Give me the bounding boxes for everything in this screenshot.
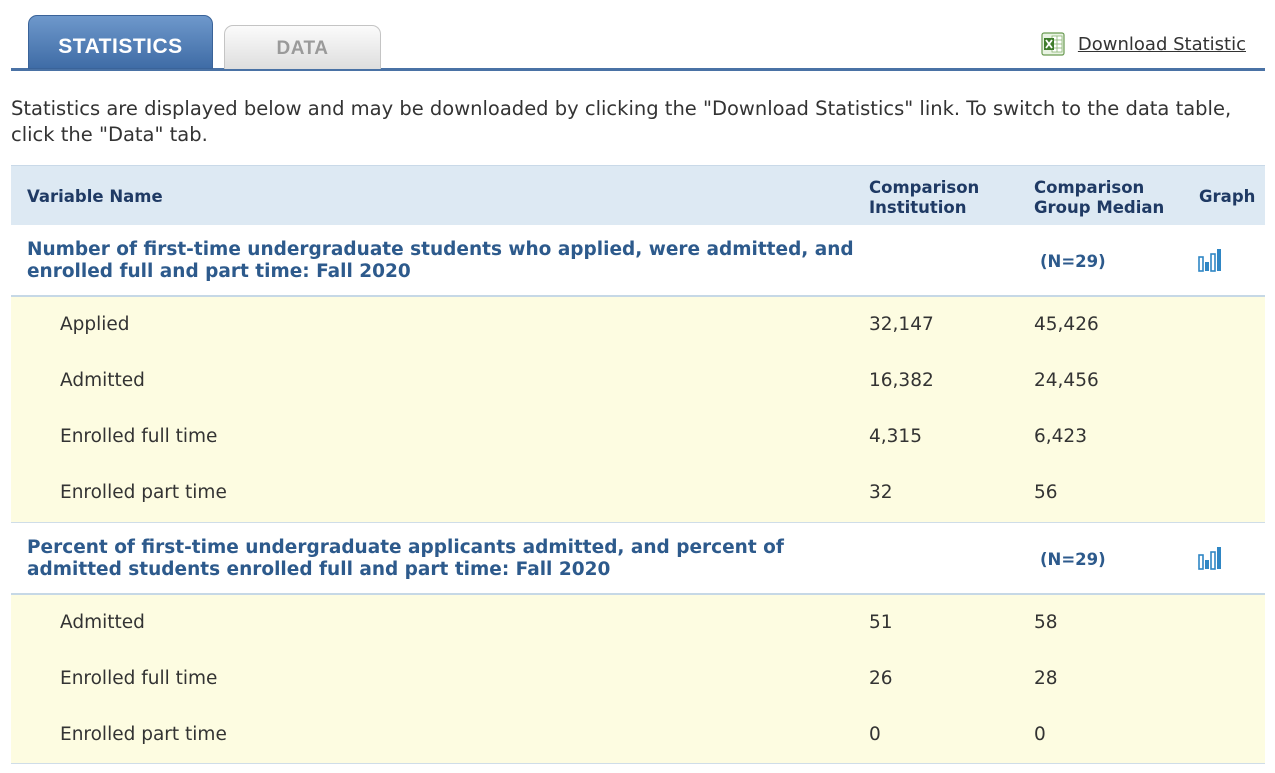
header-variable-name: Variable Name: [27, 187, 163, 206]
row-institution-value: 26: [869, 668, 893, 689]
row-label: Enrolled full time: [60, 668, 218, 689]
table-row: Applied 32,147 45,426: [11, 297, 1265, 353]
row-median-value: 28: [1034, 668, 1058, 689]
header-comparison-institution-line2: Institution: [869, 198, 967, 217]
header-group-median-line2: Group Median: [1034, 198, 1165, 217]
download-statistic-link[interactable]: Download Statistic: [1041, 31, 1246, 57]
header-group-median-line1: Comparison: [1034, 178, 1145, 197]
header-comparison-institution-line1: Comparison: [869, 178, 980, 197]
intro-text: Statistics are displayed below and may b…: [11, 97, 1232, 146]
download-statistic-label: Download Statistic: [1077, 33, 1246, 55]
header-graph: Graph: [1199, 187, 1256, 206]
table-row: Enrolled part time 32 56: [11, 465, 1265, 523]
group-row: Percent of first-time undergraduate appl…: [11, 523, 1265, 595]
row-label: Admitted: [60, 370, 145, 391]
row-median-value: 56: [1034, 482, 1058, 503]
bar-chart-icon[interactable]: [1198, 546, 1224, 570]
row-median-value: 24,456: [1034, 370, 1099, 391]
row-institution-value: 0: [869, 724, 881, 745]
row-median-value: 45,426: [1034, 314, 1099, 335]
row-label: Applied: [60, 314, 130, 335]
table-row: Enrolled full time 26 28: [11, 651, 1265, 707]
row-label: Enrolled full time: [60, 426, 218, 447]
table-row: Admitted 16,382 24,456: [11, 353, 1265, 409]
row-median-value: 6,423: [1034, 426, 1087, 447]
table-row: Admitted 51 58: [11, 595, 1265, 651]
row-median-value: 58: [1034, 612, 1058, 633]
row-institution-value: 32,147: [869, 314, 934, 335]
header-group-median: Comparison Group Median: [1034, 178, 1164, 218]
row-institution-value: 4,315: [869, 426, 922, 447]
tab-statistics[interactable]: STATISTICS: [28, 15, 213, 69]
row-institution-value: 32: [869, 482, 893, 503]
group-title: Number of first-time undergraduate stude…: [27, 239, 854, 282]
bar-chart-icon[interactable]: [1198, 248, 1224, 272]
row-label: Enrolled part time: [60, 482, 227, 503]
group-n-count: (N=29): [1040, 550, 1106, 569]
table-row: Enrolled part time 0 0: [11, 707, 1265, 764]
group-title: Percent of first-time undergraduate appl…: [27, 537, 784, 580]
group-row: Number of first-time undergraduate stude…: [11, 225, 1265, 297]
row-label: Enrolled part time: [60, 724, 227, 745]
row-institution-value: 16,382: [869, 370, 934, 391]
group-n-count: (N=29): [1040, 252, 1106, 271]
table-header-row: Variable Name Comparison Institution Com…: [11, 165, 1265, 225]
row-institution-value: 51: [869, 612, 893, 633]
row-label: Admitted: [60, 612, 145, 633]
header-comparison-institution: Comparison Institution: [869, 178, 979, 218]
table-row: Enrolled full time 4,315 6,423: [11, 409, 1265, 465]
excel-icon: [1041, 32, 1065, 56]
statistics-table: Variable Name Comparison Institution Com…: [11, 165, 1265, 764]
row-median-value: 0: [1034, 724, 1046, 745]
tab-data[interactable]: DATA: [224, 25, 381, 69]
